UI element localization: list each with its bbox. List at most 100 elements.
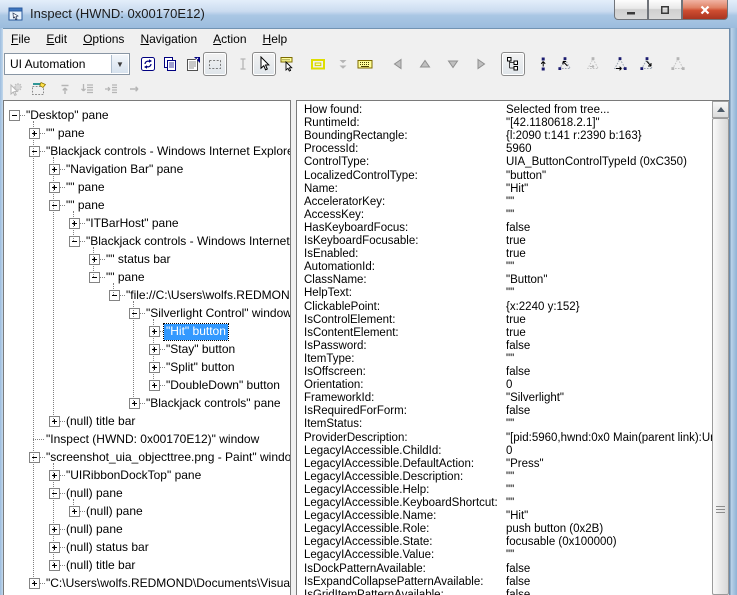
tree-item[interactable]: "Blackjack controls - Windows Internet (84, 234, 291, 250)
property-value: "" (506, 261, 514, 273)
expand-box-icon[interactable] (49, 542, 60, 553)
expand-box-icon[interactable] (49, 524, 60, 535)
expand-box-icon[interactable] (49, 560, 60, 571)
tree-item[interactable]: "Blackjack controls - Windows Internet E… (44, 144, 291, 160)
property-name: LegacyIAccessible.ChildId: (304, 445, 441, 457)
tree-item[interactable]: (null) status bar (64, 540, 151, 556)
property-row: HasKeyboardFocus:false (297, 222, 711, 235)
expand-box-icon[interactable] (49, 470, 60, 481)
tree-item[interactable]: "screenshot_uia_objecttree.png - Paint" … (44, 450, 291, 466)
tree-item[interactable]: (null) title bar (64, 558, 137, 574)
menu-item-action[interactable]: Action (205, 29, 254, 48)
tree-item[interactable]: "" pane (104, 270, 147, 286)
menu-item-file[interactable]: File (3, 29, 38, 48)
property-row: LegacyIAccessible.Name:"Hit" (297, 510, 711, 523)
expand-box-icon[interactable] (129, 398, 140, 409)
goto-last-child-button-tri-arrow-out-icon[interactable] (637, 54, 657, 74)
collapse-box-icon[interactable] (129, 308, 140, 319)
keyboard-button-keyboard-icon[interactable] (355, 54, 375, 74)
watch-focus-button-highlight-rect-icon[interactable] (308, 54, 328, 74)
properties-button-properties-icon[interactable] (183, 54, 203, 74)
edit-selection-button-marquee-pencil-icon[interactable] (29, 79, 49, 99)
tree-item-selected[interactable]: "Hit" button (164, 324, 228, 340)
property-row: Orientation:0 (297, 379, 711, 392)
property-row: LegacyIAccessible.ChildId:0 (297, 445, 711, 458)
tree-item[interactable]: "file://C:\Users\wolfs.REDMOND (124, 288, 291, 304)
tree-item[interactable]: "Navigation Bar" pane (64, 162, 185, 178)
tree-item[interactable]: "Silverlight Control" window (144, 306, 291, 322)
property-value: true (506, 314, 526, 326)
automation-mode-select[interactable]: UI Automation ▼ (4, 53, 130, 75)
watch-cursor-toggle-pointer-icon[interactable] (252, 52, 276, 76)
collapse-box-icon[interactable] (69, 236, 80, 247)
expand-box-icon[interactable] (29, 128, 40, 139)
tree-item[interactable]: "Split" button (164, 360, 237, 376)
expand-box-icon[interactable] (149, 326, 160, 337)
menu-item-navigation[interactable]: Navigation (132, 29, 205, 48)
titlebar[interactable]: Inspect (HWND: 0x00170E12) (0, 0, 737, 29)
minimize-button[interactable] (614, 0, 648, 20)
tree-item[interactable]: (null) pane (64, 522, 125, 538)
scroll-up-button[interactable] (712, 101, 729, 118)
property-name: LegacyIAccessible.Role: (304, 523, 429, 535)
property-name: LocalizedControlType: (304, 170, 418, 182)
tree-item[interactable]: "ITBarHost" pane (84, 216, 181, 232)
goto-next-sibling-button-tri-arrow-next-icon[interactable] (610, 54, 630, 74)
expand-box-icon[interactable] (149, 362, 160, 373)
tree-item[interactable]: "" status bar (104, 252, 173, 268)
tree-item[interactable]: "Stay" button (164, 342, 237, 358)
tree-connector-line (33, 439, 44, 440)
close-button[interactable] (682, 0, 728, 20)
expand-box-icon[interactable] (89, 254, 100, 265)
menu-item-help[interactable]: Help (255, 29, 296, 48)
expand-box-icon[interactable] (49, 164, 60, 175)
tree-item[interactable]: "" pane (64, 198, 107, 214)
collapse-box-icon[interactable] (9, 110, 20, 121)
expand-box-icon[interactable] (149, 344, 160, 355)
highlight-rectangle-toggle-marquee-icon[interactable] (203, 52, 227, 76)
tree-connector-line (133, 301, 134, 403)
scrollbar-thumb[interactable] (712, 118, 729, 595)
tree-item[interactable]: "Inspect (HWND: 0x00170E12)" window (44, 432, 261, 448)
expand-box-icon[interactable] (49, 182, 60, 193)
expand-box-icon[interactable] (69, 218, 80, 229)
tree-item[interactable]: "" pane (64, 180, 107, 196)
tree-item[interactable]: "UIRibbonDockTop" pane (64, 468, 203, 484)
property-value: true (506, 248, 526, 260)
expand-box-icon[interactable] (29, 578, 40, 589)
tree-item[interactable]: "" pane (44, 126, 87, 142)
property-row: RuntimeId:"[42.1180618.2.1]" (297, 117, 711, 130)
expand-box-icon[interactable] (49, 416, 60, 427)
restore-button[interactable] (648, 0, 682, 20)
properties-panel[interactable]: How found:Selected from tree...RuntimeId… (296, 100, 730, 595)
goto-parent-button-nav-parent-icon[interactable] (533, 54, 553, 74)
property-name: LegacyIAccessible.Description: (304, 471, 463, 483)
collapse-box-icon[interactable] (49, 488, 60, 499)
property-name: IsPassword: (304, 340, 367, 352)
uia-tree-panel[interactable]: "Desktop" pane "" pane "Blackjack controls… (3, 100, 291, 595)
hover-mode-button-pointer-menu-icon[interactable] (278, 54, 298, 74)
tree-item[interactable]: "Blackjack controls" pane (144, 396, 283, 412)
vertical-scrollbar[interactable] (712, 101, 729, 595)
collapse-box-icon[interactable] (89, 272, 100, 283)
show-tree-toggle-tree-icon[interactable] (501, 52, 525, 76)
copy-button-copy-icon[interactable] (160, 54, 180, 74)
tree-item[interactable]: (null) pane (84, 504, 145, 520)
menu-item-edit[interactable]: Edit (38, 29, 75, 48)
tree-item[interactable]: "DoubleDown" button (164, 378, 282, 394)
property-name: LegacyIAccessible.DefaultAction: (304, 458, 474, 470)
tree-item[interactable]: (null) title bar (64, 414, 137, 430)
chevron-down-icon[interactable]: ▼ (111, 55, 128, 73)
collapse-box-icon[interactable] (109, 290, 120, 301)
tree-item[interactable]: "Desktop" pane (24, 108, 111, 124)
menu-item-options[interactable]: Options (75, 29, 132, 48)
expand-box-icon[interactable] (149, 380, 160, 391)
refresh-button-refresh-icon[interactable] (138, 54, 158, 74)
collapse-box-icon[interactable] (49, 200, 60, 211)
tree-item[interactable]: "C:\Users\wolfs.REDMOND\Documents\Visua (44, 576, 291, 592)
property-row: IsRequiredForForm:false (297, 405, 711, 418)
collapse-box-icon[interactable] (29, 452, 40, 463)
goto-first-child-button-tri-arrow-in-icon[interactable] (555, 54, 575, 74)
expand-box-icon[interactable] (69, 506, 80, 517)
collapse-box-icon[interactable] (29, 146, 40, 157)
